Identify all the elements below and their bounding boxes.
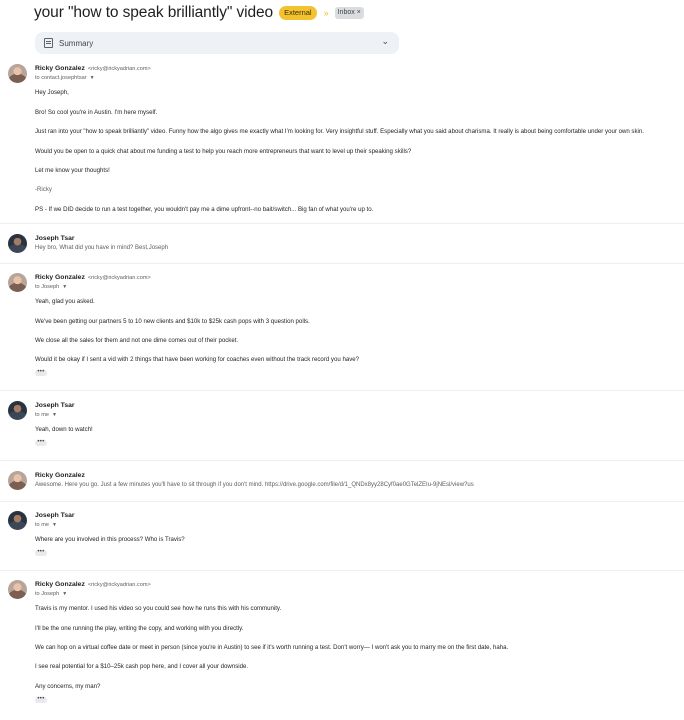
body-line: We can hop on a virtual coffee date or m… bbox=[35, 644, 509, 651]
body-line: Bro! So cool you're in Austin. I'm here … bbox=[35, 109, 158, 116]
avatar[interactable] bbox=[8, 273, 27, 292]
remove-label-icon[interactable]: × bbox=[357, 8, 361, 18]
external-badge: External bbox=[279, 6, 317, 20]
sender-name[interactable]: Ricky Gonzalez bbox=[35, 472, 85, 479]
body-line: I'll be the one running the play, writin… bbox=[35, 625, 244, 632]
sender-name[interactable]: Ricky Gonzalez <ricky@rickyadrian.com> bbox=[35, 581, 151, 588]
caret-down-icon[interactable]: ▼ bbox=[52, 412, 57, 418]
show-trimmed-content-button[interactable]: ••• bbox=[35, 369, 47, 376]
divider bbox=[0, 501, 684, 502]
body-line: Let me know your thoughts! bbox=[35, 167, 110, 174]
importance-marker-icon[interactable]: » bbox=[324, 8, 329, 18]
body-line: Where are you involved in this process? … bbox=[35, 536, 185, 543]
body-line: PS - If we DID decide to run a test toge… bbox=[35, 206, 374, 213]
recipients-toggle[interactable]: to me ▼ bbox=[35, 522, 57, 528]
body-line: Just ran into your "how to speak brillia… bbox=[35, 128, 644, 135]
divider bbox=[0, 570, 684, 571]
body-line: Would you be open to a quick chat about … bbox=[35, 148, 412, 155]
recipients-toggle[interactable]: to Joseph ▼ bbox=[35, 591, 67, 597]
summary-bar[interactable]: Summary ⌄ bbox=[35, 32, 399, 54]
avatar[interactable] bbox=[8, 64, 27, 83]
body-line: I see real potential for a $10–25k cash … bbox=[35, 663, 249, 670]
message-snippet: Awesome. Here you go. Just a few minutes… bbox=[35, 482, 474, 488]
show-trimmed-content-button[interactable]: ••• bbox=[35, 696, 47, 703]
avatar[interactable] bbox=[8, 511, 27, 530]
caret-down-icon[interactable]: ▼ bbox=[52, 522, 57, 528]
caret-down-icon[interactable]: ▼ bbox=[62, 591, 67, 597]
signature: -Ricky bbox=[35, 186, 52, 193]
sender-name[interactable]: Joseph Tsar bbox=[35, 235, 75, 242]
avatar[interactable] bbox=[8, 401, 27, 420]
sender-email: <ricky@rickyadrian.com> bbox=[87, 66, 151, 72]
caret-down-icon[interactable]: ▼ bbox=[90, 75, 95, 81]
inbox-label-text: Inbox bbox=[337, 9, 355, 16]
body-line: We've been getting our partners 5 to 10 … bbox=[35, 318, 310, 325]
sender-name[interactable]: Joseph Tsar bbox=[35, 402, 75, 409]
summary-label: Summary bbox=[59, 38, 94, 48]
body-line: Travis is my mentor. I used his video so… bbox=[35, 605, 282, 612]
thread-subject: your "how to speak brilliantly" video bbox=[34, 4, 274, 21]
body-line: Yeah, glad you asked. bbox=[35, 298, 95, 305]
sender-name[interactable]: Ricky Gonzalez <ricky@rickyadrian.com> bbox=[35, 274, 151, 281]
recipients-toggle[interactable]: to me ▼ bbox=[35, 412, 57, 418]
body-line: Hey Joseph, bbox=[35, 89, 69, 96]
show-trimmed-content-button[interactable]: ••• bbox=[35, 549, 47, 556]
body-line: Any concerns, my man? bbox=[35, 683, 101, 690]
divider bbox=[0, 223, 684, 224]
avatar[interactable] bbox=[8, 234, 27, 253]
sender-name[interactable]: Ricky Gonzalez <ricky@rickyadrian.com> bbox=[35, 65, 151, 72]
inbox-label-chip[interactable]: Inbox × bbox=[334, 7, 364, 19]
message-snippet: Hey bro, What did you have in mind? Best… bbox=[35, 245, 169, 251]
chevron-down-icon[interactable]: ⌄ bbox=[381, 36, 389, 47]
sender-email: <ricky@rickyadrian.com> bbox=[87, 275, 151, 281]
body-line: Would it be okay if I sent a vid with 2 … bbox=[35, 356, 360, 363]
sender-email: <ricky@rickyadrian.com> bbox=[87, 582, 151, 588]
thread-header: your "how to speak brilliantly" video Ex… bbox=[34, 4, 364, 22]
body-line: Yeah, down to watch! bbox=[35, 426, 93, 433]
summary-doc-icon bbox=[44, 38, 53, 48]
body-line: We close all the sales for them and not … bbox=[35, 337, 239, 344]
recipients-toggle[interactable]: to Joseph ▼ bbox=[35, 284, 67, 290]
show-trimmed-content-button[interactable]: ••• bbox=[35, 439, 47, 446]
caret-down-icon[interactable]: ▼ bbox=[62, 284, 67, 290]
avatar[interactable] bbox=[8, 471, 27, 490]
divider bbox=[0, 390, 684, 391]
divider bbox=[0, 263, 684, 264]
sender-name[interactable]: Joseph Tsar bbox=[35, 512, 75, 519]
recipients-toggle[interactable]: to contact.josephtsar ▼ bbox=[35, 75, 95, 81]
avatar[interactable] bbox=[8, 580, 27, 599]
divider bbox=[0, 460, 684, 461]
